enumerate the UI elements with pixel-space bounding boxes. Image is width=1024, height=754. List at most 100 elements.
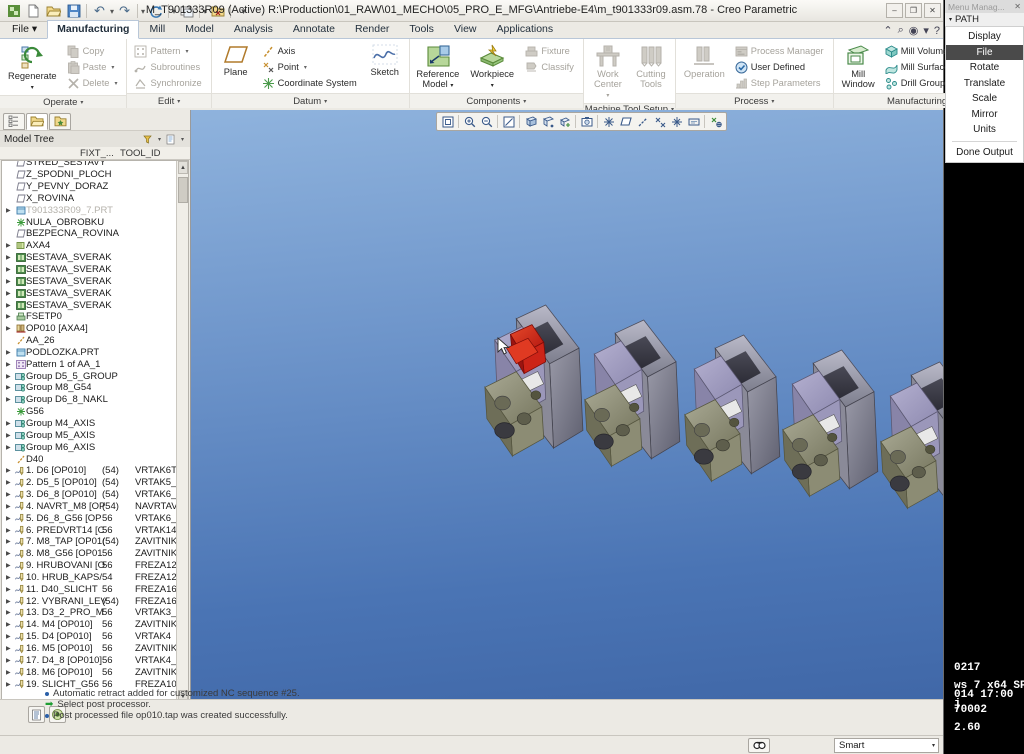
model-tree-row[interactable]: ▶ 12. VYBRANI_LEV(54) FREZA16TK — [2, 595, 176, 607]
user-defined-button[interactable]: User Defined — [732, 59, 829, 75]
close-icon[interactable]: ✕ — [1014, 2, 1021, 11]
mill-surface-button[interactable]: Mill Surface — [882, 59, 955, 75]
tree-expand-icon[interactable]: ▶ — [6, 681, 15, 688]
chevron-down-icon[interactable]: ▾ — [771, 98, 774, 105]
navigator-tab-folder-browser[interactable] — [26, 112, 48, 130]
navigator-tab-favorites[interactable] — [49, 112, 71, 130]
model-tree-row[interactable]: ▶ 16. M5 [OP010] 56 ZAVITNIKM5 — [2, 643, 176, 655]
tree-expand-icon[interactable]: ▶ — [6, 538, 15, 545]
collapse-ribbon-icon[interactable]: ⌃ — [883, 24, 892, 37]
point-button[interactable]: Point ▾ — [259, 59, 362, 75]
model-tree-row[interactable]: NULA_OBROBKU — [2, 216, 176, 228]
close-button[interactable]: ✕ — [924, 3, 941, 18]
tree-filters-icon[interactable] — [140, 132, 156, 147]
graphics-window[interactable] — [190, 110, 943, 718]
tree-expand-icon[interactable]: ▶ — [6, 645, 15, 652]
dropdown-caret-icon[interactable]: ▾ — [111, 64, 114, 71]
model-tree-row[interactable]: X_ROVINA — [2, 193, 176, 205]
tree-expand-icon[interactable]: ▶ — [6, 444, 15, 451]
coordinate-system-button[interactable]: Coordinate System — [259, 75, 362, 91]
tree-filters-dropdown-icon[interactable]: ▾ — [158, 136, 161, 143]
undo-icon[interactable]: ↶ — [90, 2, 109, 20]
model-tree-row[interactable]: ▶ 10. HRUB_KAPS/54 FREZA12 — [2, 572, 176, 584]
scroll-up-icon[interactable]: ▲ — [178, 161, 188, 174]
tree-expand-icon[interactable]: ▶ — [6, 313, 15, 320]
paste-button[interactable]: Paste ▾ — [64, 59, 123, 75]
tree-expand-icon[interactable]: ▶ — [6, 503, 15, 510]
delete-button[interactable]: Delete ▾ — [64, 75, 123, 91]
model-tree-row[interactable]: ▶ AXA4 — [2, 240, 176, 252]
redo-icon[interactable]: ↷ — [115, 2, 134, 20]
window-icon[interactable] — [177, 2, 196, 20]
ribbon-group-title[interactable]: Edit ▾ — [127, 93, 211, 108]
synchronize-button[interactable]: Synchronize — [131, 75, 206, 91]
menu-item-file[interactable]: File — [946, 44, 1023, 60]
copy-button[interactable]: Copy — [64, 43, 123, 59]
model-tree-row[interactable]: ▶ 1. D6 [OP010] (54) VRTAK6TK — [2, 465, 176, 477]
tree-settings-dropdown-icon[interactable]: ▾ — [181, 136, 184, 143]
account-icon[interactable]: ◉ — [909, 24, 919, 37]
tree-expand-icon[interactable]: ▶ — [6, 373, 15, 380]
menu-item-mirror[interactable]: Mirror — [946, 107, 1023, 123]
dropdown-caret-icon[interactable]: ▾ — [114, 80, 117, 87]
tree-expand-icon[interactable]: ▶ — [6, 325, 15, 332]
model-tree-row[interactable]: ▶ 2. D5_5 [OP010] (54) VRTAK5_5V — [2, 477, 176, 489]
tab-annotate[interactable]: Annotate — [283, 20, 345, 38]
menu-item-display[interactable]: Display — [946, 29, 1023, 45]
tree-expand-icon[interactable]: ▶ — [6, 384, 15, 391]
fixture-button[interactable]: Fixture — [522, 43, 579, 59]
model-tree-row[interactable]: ▶ 18. M6 [OP010] 56 ZAVITNIKM6 — [2, 666, 176, 678]
open-icon[interactable] — [44, 2, 63, 20]
tab-file[interactable]: File ▾ — [2, 20, 47, 38]
chevron-down-icon[interactable]: ▾ — [949, 16, 952, 23]
tree-expand-icon[interactable]: ▶ — [6, 586, 15, 593]
model-tree-row[interactable]: ▶ Group D5_5_GROUP — [2, 370, 176, 382]
model-tree-row[interactable]: AA_26 — [2, 335, 176, 347]
dropdown-caret-icon[interactable]: ▾ — [110, 7, 114, 16]
cutting-tools-button[interactable]: Cutting Tools — [631, 42, 671, 91]
model-tree-row[interactable]: ▶ T901333R09_7.PRT — [2, 204, 176, 216]
tree-expand-icon[interactable]: ▶ — [6, 278, 15, 285]
model-tree-row[interactable]: ▶ 3. D6_8 [OP010] (54) VRTAK6_8T — [2, 489, 176, 501]
operation-button[interactable]: Operation — [680, 42, 729, 81]
tree-expand-icon[interactable]: ▶ — [6, 467, 15, 474]
model-tree-row[interactable]: ▶ SESTAVA_SVERAK — [2, 252, 176, 264]
model-tree-row[interactable]: ▶ 5. D6_8_G56 [OP56 VRTAK6_8T — [2, 512, 176, 524]
tree-expand-icon[interactable]: ▶ — [6, 420, 15, 427]
menu-item-translate[interactable]: Translate — [946, 76, 1023, 92]
model-tree-row[interactable]: ▶ 7. M8_TAP [OP01((54) ZAVITNIKM8 — [2, 536, 176, 548]
menu-item-done-output[interactable]: Done Output — [946, 145, 1023, 161]
model-tree-row[interactable]: ▶ Group M8_G54 — [2, 382, 176, 394]
model-tree-row[interactable]: ▶ FSETP0 — [2, 311, 176, 323]
model-tree-row[interactable]: ▶ 14. M4 [OP010] 56 ZAVITNIKM4 — [2, 619, 176, 631]
classify-button[interactable]: Classify — [522, 59, 579, 75]
tree-expand-icon[interactable]: ▶ — [6, 598, 15, 605]
model-tree-row[interactable]: D40 — [2, 453, 176, 465]
regenerate-button[interactable]: Regenerate ▾ — [4, 42, 61, 95]
model-tree-row[interactable]: ▶ Group M5_AXIS — [2, 429, 176, 441]
model-tree-row[interactable]: ▶ SESTAVA_SVERAK — [2, 287, 176, 299]
tab-manufacturing[interactable]: Manufacturing — [47, 20, 140, 39]
model-tree-row[interactable]: ▶ Pattern 1 of AA_1 — [2, 358, 176, 370]
tree-expand-icon[interactable]: ▶ — [6, 609, 15, 616]
chevron-down-icon[interactable]: ▾ — [324, 98, 327, 105]
model-tree-row[interactable]: STRED_SESTAVY — [2, 161, 176, 169]
tree-expand-icon[interactable]: ▶ — [6, 361, 15, 368]
creo-logo-icon[interactable] — [4, 2, 23, 20]
customize-qat-icon[interactable]: ▼ — [234, 2, 253, 20]
tree-expand-icon[interactable]: ▶ — [6, 515, 15, 522]
search-icon[interactable]: ⌕ — [898, 24, 904, 37]
model-tree-row[interactable]: ▶ 4. NAVRT_M8 [OP(54) NAVRTAVAK — [2, 500, 176, 512]
subroutines-button[interactable]: Subroutines — [131, 59, 206, 75]
chevron-down-icon[interactable]: ▾ — [523, 98, 526, 105]
dropdown-caret-icon[interactable]: ▾ — [304, 64, 307, 71]
tree-expand-icon[interactable]: ▶ — [6, 657, 15, 664]
process-manager-button[interactable]: Process Manager — [732, 43, 829, 59]
regenerate-icon[interactable] — [146, 2, 165, 20]
minimize-button[interactable]: – — [886, 3, 903, 18]
search-selection-button[interactable] — [748, 738, 770, 753]
sketch-button[interactable]: Sketch — [365, 42, 405, 79]
model-tree-row[interactable]: ▶ SESTAVA_SVERAK — [2, 275, 176, 287]
tree-expand-icon[interactable]: ▶ — [6, 207, 15, 214]
tab-render[interactable]: Render — [345, 20, 399, 38]
